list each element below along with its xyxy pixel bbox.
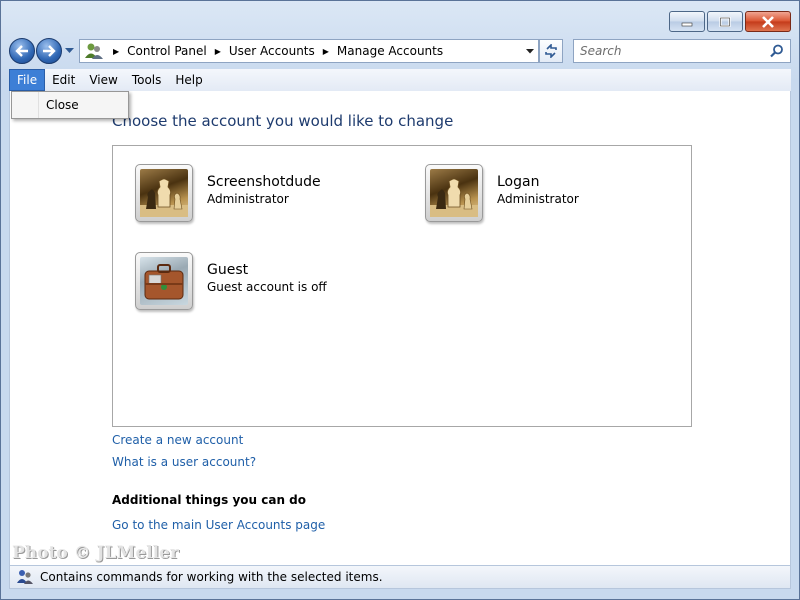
close-button[interactable] [745, 11, 791, 32]
status-text: Contains commands for working with the s… [40, 570, 383, 584]
avatar[interactable] [425, 164, 483, 222]
avatar[interactable] [135, 164, 193, 222]
arrow-right-icon [43, 45, 56, 57]
menu-edit[interactable]: Edit [45, 70, 82, 90]
account-name[interactable]: Logan [497, 174, 579, 190]
account-name[interactable]: Screenshotdude [207, 174, 321, 190]
refresh-icon [545, 44, 557, 58]
menu-divider [38, 92, 39, 118]
account-role: Administrator [497, 192, 579, 206]
breadcrumb-separator-icon[interactable]: ▶ [215, 47, 221, 56]
what-is-user-account-link[interactable]: What is a user account? [112, 455, 256, 469]
search-input[interactable]: Search [573, 39, 791, 63]
breadcrumb-manage-accounts[interactable]: Manage Accounts [337, 44, 443, 58]
account-role: Guest account is off [207, 280, 327, 294]
chess-pieces-icon [140, 169, 188, 217]
back-button[interactable] [9, 38, 35, 64]
arrow-left-icon [15, 45, 28, 57]
recent-pages-button[interactable] [63, 48, 75, 54]
breadcrumb: ▶ Control Panel ▶ User Accounts ▶ Manage… [105, 44, 443, 58]
caption-buttons [669, 11, 791, 32]
additional-things-heading: Additional things you can do [112, 493, 307, 507]
breadcrumb-separator-icon[interactable]: ▶ [113, 47, 119, 56]
control-panel-window: ▶ Control Panel ▶ User Accounts ▶ Manage… [0, 0, 800, 600]
account-info: Guest Guest account is off [207, 262, 327, 294]
menu-file[interactable]: File [9, 69, 46, 91]
account-role: Administrator [207, 192, 289, 206]
menu-item-close[interactable]: Close [46, 98, 79, 112]
account-name[interactable]: Guest [207, 262, 327, 278]
breadcrumb-control-panel[interactable]: Control Panel [127, 44, 207, 58]
account-guest[interactable]: Guest Guest account is off [135, 252, 327, 310]
account-info: Screenshotdude Administrator [207, 174, 321, 206]
file-menu-dropdown: Close [11, 91, 129, 119]
chevron-down-icon [526, 48, 534, 53]
users-icon [83, 41, 105, 61]
page-title: Choose the account you would like to cha… [112, 112, 454, 130]
minimize-icon [681, 22, 693, 26]
main-content: Choose the account you would like to cha… [9, 91, 791, 565]
close-icon [762, 15, 774, 28]
breadcrumb-user-accounts[interactable]: User Accounts [229, 44, 315, 58]
status-bar: Contains commands for working with the s… [9, 565, 791, 589]
breadcrumb-separator-icon[interactable]: ▶ [323, 47, 329, 56]
address-history-button[interactable] [522, 40, 538, 62]
menu-help[interactable]: Help [168, 70, 209, 90]
avatar[interactable] [135, 252, 193, 310]
forward-button[interactable] [36, 38, 62, 64]
watermark: Photo © JLMeller [12, 543, 179, 563]
menu-bar: File Edit View Tools Help [9, 69, 791, 91]
users-icon [16, 569, 34, 585]
main-user-accounts-link[interactable]: Go to the main User Accounts page [112, 518, 325, 532]
refresh-button[interactable] [539, 39, 563, 63]
accounts-list: Screenshotdude Administrator Logan Admin… [112, 145, 692, 427]
navigation-bar: ▶ Control Panel ▶ User Accounts ▶ Manage… [9, 37, 791, 65]
account-logan[interactable]: Logan Administrator [425, 164, 579, 222]
menu-view[interactable]: View [82, 70, 124, 90]
search-icon[interactable] [770, 44, 784, 58]
maximize-icon [719, 16, 731, 27]
create-account-link[interactable]: Create a new account [112, 433, 243, 447]
chevron-down-icon [64, 48, 74, 53]
chess-pieces-icon [430, 169, 478, 217]
account-info: Logan Administrator [497, 174, 579, 206]
search-placeholder: Search [580, 44, 622, 58]
account-screenshotdude[interactable]: Screenshotdude Administrator [135, 164, 321, 222]
maximize-button[interactable] [707, 11, 743, 32]
menu-tools[interactable]: Tools [125, 70, 169, 90]
address-bar[interactable]: ▶ Control Panel ▶ User Accounts ▶ Manage… [79, 39, 539, 63]
suitcase-icon [140, 257, 188, 305]
minimize-button[interactable] [669, 11, 705, 32]
